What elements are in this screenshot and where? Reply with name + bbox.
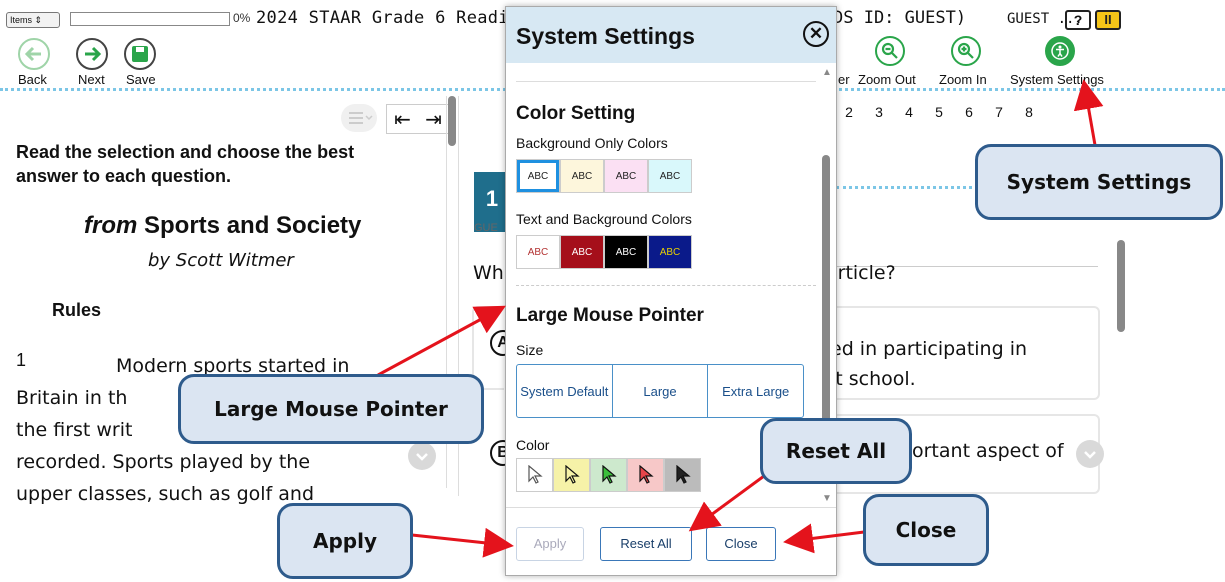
callout-system-settings: System Settings (975, 144, 1223, 220)
callout-reset-all: Reset All (760, 418, 912, 484)
callout-arrows (377, 79, 1104, 558)
callout-close: Close (863, 494, 989, 566)
callout-apply: Apply (277, 503, 413, 579)
callout-large-mouse-pointer: Large Mouse Pointer (178, 374, 484, 444)
